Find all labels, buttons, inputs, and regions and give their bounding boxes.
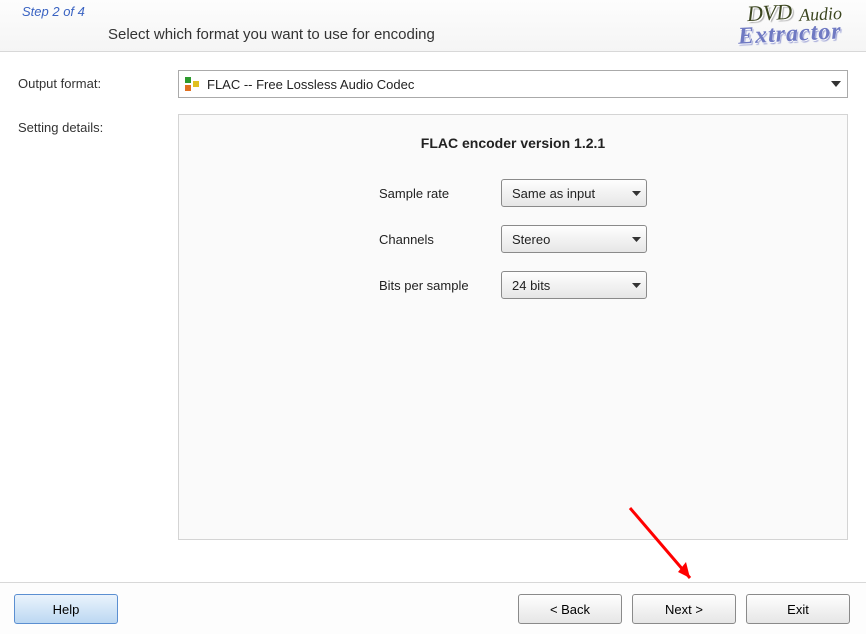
page-title: Select which format you want to use for … bbox=[108, 26, 435, 43]
logo-extractor: Extractor bbox=[738, 19, 843, 48]
wizard-body: Output format: FLAC -- Free Lossless Aud… bbox=[0, 52, 866, 540]
output-format-value: FLAC -- Free Lossless Audio Codec bbox=[207, 77, 831, 92]
flac-icon bbox=[185, 77, 199, 91]
chevron-down-icon bbox=[626, 237, 646, 242]
bits-select[interactable]: 24 bits bbox=[501, 271, 647, 299]
output-format-select[interactable]: FLAC -- Free Lossless Audio Codec bbox=[178, 70, 848, 98]
wizard-header: Step 2 of 4 Select which format you want… bbox=[0, 0, 866, 52]
channels-select[interactable]: Stereo bbox=[501, 225, 647, 253]
output-format-row: Output format: FLAC -- Free Lossless Aud… bbox=[18, 70, 848, 98]
sample-rate-value: Same as input bbox=[512, 186, 626, 201]
output-format-label: Output format: bbox=[18, 70, 178, 91]
settings-row: Setting details: FLAC encoder version 1.… bbox=[18, 114, 848, 540]
sample-rate-label: Sample rate bbox=[379, 186, 489, 201]
settings-panel: FLAC encoder version 1.2.1 Sample rate S… bbox=[178, 114, 848, 540]
wizard-footer: Help < Back Next > Exit bbox=[0, 582, 866, 634]
next-button[interactable]: Next > bbox=[632, 594, 736, 624]
sample-rate-select[interactable]: Same as input bbox=[501, 179, 647, 207]
chevron-down-icon bbox=[626, 283, 646, 288]
setting-details-label: Setting details: bbox=[18, 114, 178, 135]
chevron-down-icon bbox=[626, 191, 646, 196]
step-indicator: Step 2 of 4 bbox=[22, 4, 85, 19]
exit-button[interactable]: Exit bbox=[746, 594, 850, 624]
bits-row: Bits per sample 24 bits bbox=[195, 271, 831, 299]
chevron-down-icon bbox=[831, 81, 841, 87]
help-button[interactable]: Help bbox=[14, 594, 118, 624]
encoder-title: FLAC encoder version 1.2.1 bbox=[195, 135, 831, 151]
back-button[interactable]: < Back bbox=[518, 594, 622, 624]
app-logo: DVD Audio Extractor bbox=[738, 2, 842, 46]
sample-rate-row: Sample rate Same as input bbox=[195, 179, 831, 207]
channels-value: Stereo bbox=[512, 232, 626, 247]
bits-label: Bits per sample bbox=[379, 278, 489, 293]
channels-row: Channels Stereo bbox=[195, 225, 831, 253]
channels-label: Channels bbox=[379, 232, 489, 247]
bits-value: 24 bits bbox=[512, 278, 626, 293]
